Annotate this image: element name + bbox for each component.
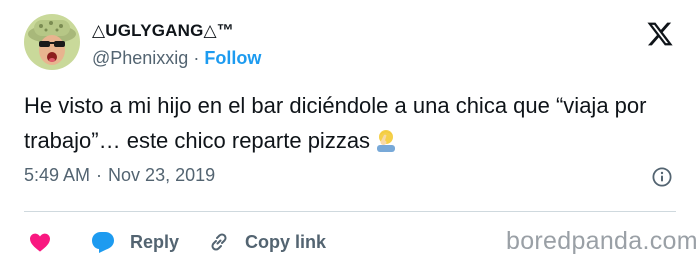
separator-dot: · — [96, 165, 103, 185]
divider — [24, 211, 676, 212]
tweet-body: He visto a mi hijo en el bar diciéndole … — [24, 93, 647, 153]
handle-row: @Phenixxig · Follow — [92, 48, 261, 69]
action-bar: Reply Copy link — [28, 228, 326, 256]
follow-button[interactable]: Follow — [204, 48, 261, 68]
info-icon[interactable] — [651, 166, 673, 188]
tweet-text: He visto a mi hijo en el bar diciéndole … — [24, 88, 684, 162]
copy-link-label: Copy link — [245, 231, 327, 252]
tweet-card: △UGLYGANG△™ @Phenixxig · Follow He visto a… — [0, 0, 700, 256]
watermark: boredpanda.com — [506, 227, 698, 255]
display-name[interactable]: △UGLYGANG△™ — [92, 21, 234, 41]
tweet-date: Nov 23, 2019 — [108, 165, 216, 185]
copy-link-button[interactable]: Copy link — [207, 230, 326, 254]
x-logo-icon[interactable] — [646, 20, 674, 48]
like-button[interactable] — [28, 230, 52, 254]
heart-icon — [30, 233, 50, 252]
tweet-time: 5:49 AM — [24, 165, 91, 185]
reply-bubble-icon — [92, 232, 114, 253]
user-handle[interactable]: @Phenixxig — [92, 48, 188, 68]
reply-label: Reply — [130, 231, 180, 252]
separator-dot: · — [193, 48, 200, 68]
avatar[interactable] — [24, 14, 80, 70]
reply-button[interactable]: Reply — [90, 230, 179, 254]
timestamp[interactable]: 5:49 AM · Nov 23, 2019 — [24, 165, 215, 186]
facepalm-emoji-icon — [374, 127, 398, 162]
link-icon — [211, 233, 227, 251]
